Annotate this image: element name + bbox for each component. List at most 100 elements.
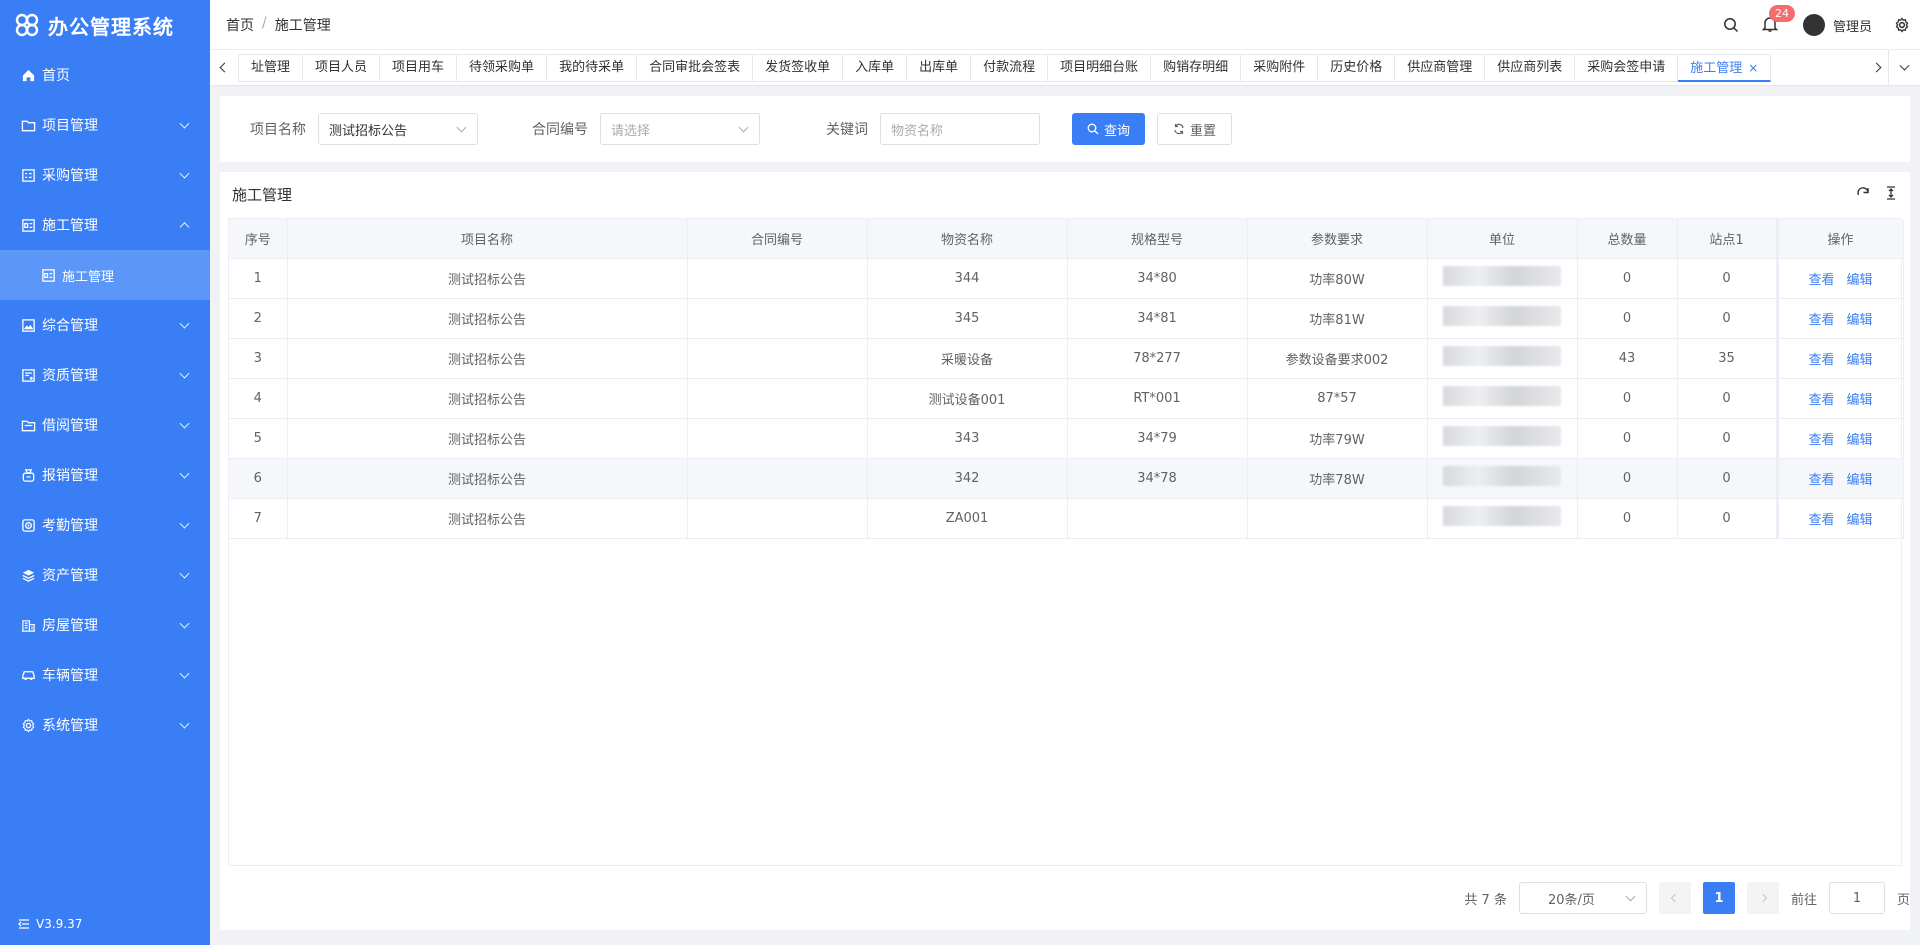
edit-link[interactable]: 编辑 bbox=[1847, 473, 1873, 488]
table-cell: 7 bbox=[229, 498, 288, 539]
breadcrumb-home[interactable]: 首页 bbox=[226, 15, 254, 35]
tab-item[interactable]: 待领采购单 bbox=[457, 53, 548, 82]
tab-item[interactable]: 出库单 bbox=[907, 53, 972, 82]
table-row[interactable]: 6 测试招标公告 342 34*78 功率78W 0 0 查看 编辑 bbox=[229, 458, 1904, 499]
search-button[interactable]: 查询 bbox=[1072, 113, 1146, 145]
chevron-left-icon bbox=[1670, 893, 1680, 903]
project-select[interactable]: 测试招标公告 bbox=[318, 113, 478, 145]
tab-item[interactable]: 历史价格 bbox=[1318, 53, 1396, 82]
sidebar-item-1[interactable]: 项目管理 bbox=[0, 100, 210, 150]
tab-item[interactable]: 采购会签申请 bbox=[1575, 53, 1679, 82]
table-row[interactable]: 7 测试招标公告 ZA001 0 0 查看 编辑 bbox=[229, 498, 1904, 539]
sidebar-item-2[interactable]: 采购管理 bbox=[0, 150, 210, 200]
page-number-current[interactable]: 1 bbox=[1702, 882, 1735, 914]
contract-select[interactable]: 请选择 bbox=[600, 113, 760, 145]
sidebar-subitem-construction[interactable]: 施工管理 bbox=[0, 250, 210, 300]
table-cell: 35 bbox=[1677, 338, 1778, 379]
tabs-scroll-right[interactable] bbox=[1862, 50, 1890, 86]
edit-link[interactable]: 编辑 bbox=[1847, 313, 1873, 328]
gear-icon[interactable] bbox=[1894, 17, 1910, 33]
row-actions: 查看 编辑 bbox=[1775, 258, 1904, 299]
tab-item[interactable]: 项目人员 bbox=[303, 53, 381, 82]
column-header: 合同编号 bbox=[687, 219, 868, 259]
tab-item[interactable]: 施工管理 × bbox=[1678, 53, 1772, 82]
redacted-unit bbox=[1443, 346, 1561, 366]
sidebar-item-7[interactable]: 报销管理 bbox=[0, 450, 210, 500]
table-row[interactable]: 5 测试招标公告 343 34*79 功率79W 0 0 查看 编辑 bbox=[229, 418, 1904, 459]
tab-item[interactable]: 我的待采单 bbox=[547, 53, 638, 82]
chevron-down-icon bbox=[179, 668, 190, 679]
edit-link[interactable]: 编辑 bbox=[1847, 273, 1873, 288]
close-icon[interactable]: × bbox=[1748, 61, 1758, 75]
notifications-button[interactable]: 24 bbox=[1761, 5, 1795, 35]
sidebar-item-6[interactable]: 借阅管理 bbox=[0, 400, 210, 450]
tab-item[interactable]: 购销存明细 bbox=[1151, 53, 1242, 82]
reset-button[interactable]: 重置 bbox=[1157, 113, 1233, 145]
sidebar-item-0[interactable]: 首页 bbox=[0, 50, 210, 100]
table-cell: 0 bbox=[1677, 258, 1778, 299]
edit-link[interactable]: 编辑 bbox=[1847, 513, 1873, 528]
table-row[interactable]: 4 测试招标公告 测试设备001 RT*001 87*57 0 0 查看 编辑 bbox=[229, 378, 1904, 419]
edit-link[interactable]: 编辑 bbox=[1847, 393, 1873, 408]
tab-item[interactable]: 付款流程 bbox=[971, 53, 1049, 82]
view-link[interactable]: 查看 bbox=[1808, 513, 1834, 528]
tab-item[interactable]: 供应商列表 bbox=[1485, 53, 1576, 82]
app-logo[interactable]: 办公管理系统 bbox=[0, 0, 210, 50]
sidebar-item-12[interactable]: 系统管理 bbox=[0, 700, 210, 750]
table-row[interactable]: 2 测试招标公告 345 34*81 功率81W 0 0 查看 编辑 bbox=[229, 298, 1904, 339]
table-cell: 功率79W bbox=[1247, 418, 1428, 459]
sidebar-item-11[interactable]: 车辆管理 bbox=[0, 650, 210, 700]
tabs-more-button[interactable] bbox=[1888, 50, 1920, 86]
sidebar-item-5[interactable]: 资质管理 bbox=[0, 350, 210, 400]
sidebar-item-8[interactable]: 考勤管理 bbox=[0, 500, 210, 550]
reset-button-label: 重置 bbox=[1190, 123, 1217, 139]
tab-item[interactable]: 入库单 bbox=[843, 53, 908, 82]
keyword-input[interactable]: 物资名称 bbox=[880, 113, 1040, 145]
page-size-select[interactable]: 20条/页 bbox=[1518, 882, 1647, 914]
edit-link[interactable]: 编辑 bbox=[1847, 433, 1873, 448]
tab-label: 发货签收单 bbox=[765, 59, 831, 75]
sidebar-item-3[interactable]: 施工管理 bbox=[0, 200, 210, 250]
view-link[interactable]: 查看 bbox=[1808, 433, 1834, 448]
tab-item[interactable]: 采购附件 bbox=[1241, 53, 1319, 82]
column-header: 站点1 bbox=[1677, 219, 1778, 259]
tab-item[interactable]: 项目用车 bbox=[380, 53, 458, 82]
table-cell: 0 bbox=[1677, 498, 1778, 539]
sidebar-item-4[interactable]: 综合管理 bbox=[0, 300, 210, 350]
prev-page-button[interactable] bbox=[1658, 882, 1691, 914]
goto-page-input[interactable]: 1 bbox=[1828, 882, 1885, 914]
user-menu[interactable]: 管理员 bbox=[1802, 14, 1872, 36]
collapse-menu-icon[interactable] bbox=[18, 918, 30, 930]
table-cell: 采暖设备 bbox=[867, 338, 1068, 379]
table-row[interactable]: 1 测试招标公告 344 34*80 功率80W 0 0 查看 编辑 bbox=[229, 258, 1904, 299]
tab-item[interactable]: 项目明细台账 bbox=[1048, 53, 1152, 82]
column-header: 总数量 bbox=[1577, 219, 1678, 259]
table-cell: 0 bbox=[1577, 498, 1678, 539]
refresh-icon[interactable] bbox=[1856, 186, 1870, 200]
table-cell bbox=[1427, 378, 1578, 419]
view-link[interactable]: 查看 bbox=[1808, 393, 1834, 408]
sidebar-item-10[interactable]: 房屋管理 bbox=[0, 600, 210, 650]
view-link[interactable]: 查看 bbox=[1808, 353, 1834, 368]
table-row[interactable]: 3 测试招标公告 采暖设备 78*277 参数设备要求002 43 35 查看 编辑 bbox=[229, 338, 1904, 379]
view-link[interactable]: 查看 bbox=[1808, 273, 1834, 288]
tab-item[interactable]: 发货签收单 bbox=[753, 53, 844, 82]
tab-item[interactable]: 供应商管理 bbox=[1395, 53, 1486, 82]
tabs-scroll-left[interactable] bbox=[210, 50, 238, 86]
next-page-button[interactable] bbox=[1746, 882, 1779, 914]
chevron-right-icon bbox=[1758, 893, 1768, 903]
tab-label: 项目明细台账 bbox=[1060, 59, 1139, 75]
table-cell: 功率78W bbox=[1247, 458, 1428, 499]
view-link[interactable]: 查看 bbox=[1808, 473, 1834, 488]
chevron-down-icon bbox=[179, 418, 190, 429]
redacted-unit bbox=[1443, 306, 1561, 326]
refresh-icon bbox=[1174, 123, 1184, 135]
tab-item[interactable]: 合同审批会签表 bbox=[637, 53, 754, 82]
tab-item[interactable]: 址管理 bbox=[238, 53, 304, 82]
column-height-icon[interactable] bbox=[1884, 186, 1898, 200]
sidebar-item-9[interactable]: 资产管理 bbox=[0, 550, 210, 600]
view-link[interactable]: 查看 bbox=[1808, 313, 1834, 328]
edit-link[interactable]: 编辑 bbox=[1847, 353, 1873, 368]
search-icon[interactable] bbox=[1723, 17, 1739, 33]
header-actions: 24 管理员 bbox=[1723, 0, 1910, 50]
